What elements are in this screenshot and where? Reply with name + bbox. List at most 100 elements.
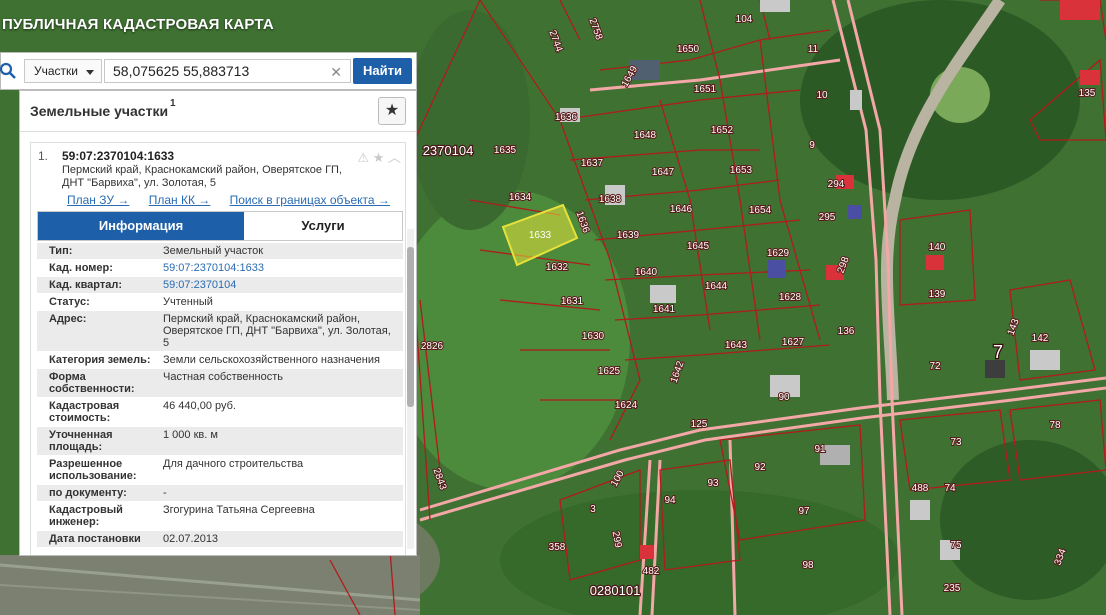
parcel-label[interactable]: 91 (813, 443, 827, 456)
app-title: ПУБЛИЧНАЯ КАДАСТРОВАЯ КАРТА (2, 16, 274, 33)
district-number: 7 (993, 342, 1003, 362)
warning-icon[interactable]: ⚠ (357, 150, 369, 165)
property-value[interactable]: 59:07:2370104:1633 (157, 260, 393, 276)
star-icon[interactable]: ★ (373, 150, 385, 165)
parcel-label[interactable]: 1624 (614, 399, 639, 412)
parcel-label[interactable]: 90 (777, 391, 791, 404)
parcel-label[interactable]: 1643 (724, 339, 749, 352)
property-value: 02.07.2013 (163, 533, 219, 545)
property-key: по документу: (49, 487, 127, 499)
parcel-label[interactable]: 1637 (580, 157, 605, 170)
parcel-label[interactable]: 1645 (686, 240, 711, 253)
parcel-label[interactable]: 1651 (693, 83, 718, 96)
parcel-label[interactable]: 358 (548, 541, 567, 554)
plan-kk-link[interactable]: План КК → (149, 193, 211, 207)
property-row: Статус: Учтенный (37, 294, 403, 311)
parcel-label[interactable]: 1629 (766, 247, 791, 260)
parcel-label[interactable]: 1648 (633, 129, 658, 142)
selected-parcel-label[interactable]: 1633 (529, 230, 552, 241)
parcel-label[interactable]: 2826 (420, 340, 445, 353)
parcel-label[interactable]: 74 (943, 482, 957, 495)
parcel-label[interactable]: 1631 (560, 295, 585, 308)
property-row: Кад. квартал: 59:07:2370104 (37, 277, 403, 294)
chevron-up-icon[interactable]: ︿ (388, 150, 401, 165)
parcel-label[interactable]: 104 (735, 13, 754, 26)
result-links: План ЗУ → План КК → Поиск в границах объ… (67, 193, 406, 207)
tab-services[interactable]: Услуги (244, 212, 402, 240)
parcel-label[interactable]: 1641 (652, 303, 677, 316)
parcel-label[interactable]: 1652 (710, 124, 735, 137)
quarter-label-2: 0280101 (590, 583, 641, 598)
search-in-bounds-link[interactable]: Поиск в границах объекта → (230, 193, 390, 207)
property-key: Разрешенное использование: (49, 458, 137, 482)
property-key: Кад. квартал: (49, 279, 123, 291)
result-title[interactable]: 59:07:2370104:1633 (62, 149, 174, 163)
parcel-label[interactable]: 142 (1031, 332, 1050, 345)
parcel-label[interactable]: 1632 (545, 261, 570, 274)
parcel-label[interactable]: 1654 (748, 204, 773, 217)
parcel-label[interactable]: 10 (815, 89, 829, 102)
find-button[interactable]: Найти (353, 58, 412, 84)
parcel-label[interactable]: 482 (642, 565, 661, 578)
parcel-label[interactable]: 97 (797, 505, 811, 518)
parcel-label[interactable]: 140 (928, 241, 947, 254)
parcel-label[interactable]: 1630 (581, 330, 606, 343)
parcel-label[interactable]: 11 (807, 43, 820, 56)
property-row: Категория земель: Земли сельскохозяйствен… (37, 352, 403, 369)
parcel-label[interactable]: 3 (589, 503, 597, 516)
parcel-label[interactable]: 1646 (669, 203, 694, 216)
parcel-label[interactable]: 92 (753, 461, 767, 474)
search-input[interactable]: 58,075625 55,883713 ✕ (104, 59, 351, 83)
parcel-label[interactable]: 1647 (651, 166, 676, 179)
parcel-label[interactable]: 1634 (508, 191, 533, 204)
parcel-label[interactable]: 1640 (634, 266, 659, 279)
parcel-label[interactable]: 78 (1048, 419, 1062, 432)
parcel-label[interactable]: 1625 (597, 365, 622, 378)
scrollbar-thumb[interactable] (407, 247, 414, 407)
parcel-label[interactable]: 1635 (493, 144, 518, 157)
search-icon[interactable] (0, 62, 17, 80)
quarter-label: 2370104 (423, 143, 474, 158)
parcel-label[interactable]: 294 (827, 178, 846, 191)
parcel-label[interactable]: 135 (1078, 87, 1097, 100)
property-value: Для дачного строительства (163, 458, 304, 470)
parcel-label[interactable]: 1628 (778, 291, 803, 304)
parcel-label[interactable]: 1644 (704, 280, 729, 293)
parcel-label[interactable]: 1636 (554, 111, 579, 124)
property-key: Кадастровый инженер: (49, 504, 123, 528)
parcel-label[interactable]: 235 (943, 582, 962, 595)
parcel-label[interactable]: 1639 (616, 229, 641, 242)
result-address: Пермский край, Краснокамский район, Овер… (62, 164, 342, 189)
property-key: Категория земель: (49, 354, 151, 366)
close-icon[interactable]: ✕ (330, 64, 342, 81)
parcel-label[interactable]: 1638 (598, 193, 623, 206)
parcel-label[interactable]: 488 (911, 482, 930, 495)
parcel-label[interactable]: 73 (949, 436, 963, 449)
parcel-label[interactable]: 98 (801, 559, 815, 572)
parcel-label[interactable]: 1627 (781, 336, 806, 349)
parcel-label[interactable]: 9 (808, 139, 816, 152)
property-value: Згогурина Татьяна Сергеевна (163, 504, 315, 516)
property-value: Частная собственность (163, 371, 284, 383)
property-key: Тип: (49, 245, 73, 257)
plan-zu-link[interactable]: План ЗУ → (67, 193, 129, 207)
tab-information[interactable]: Информация (38, 212, 244, 240)
property-value[interactable]: 59:07:2370104 (157, 277, 393, 293)
parcel-label[interactable]: 136 (837, 325, 856, 338)
parcel-label[interactable]: 295 (818, 211, 837, 224)
parcel-label[interactable]: 75 (949, 539, 963, 552)
parcel-label[interactable]: 1653 (729, 164, 754, 177)
property-key: Кадастровая стоимость: (49, 400, 120, 424)
parcel-label[interactable]: 1650 (676, 43, 701, 56)
parcel-label[interactable]: 72 (928, 360, 942, 373)
property-row: Кадастровая стоимость: 46 440,00 руб. (37, 398, 403, 427)
parcel-label[interactable]: 139 (928, 288, 947, 301)
property-value: Земли сельскохозяйственного назначения (163, 354, 380, 366)
object-type-select[interactable]: Участки (24, 59, 102, 83)
property-value: Земельный участок (163, 245, 264, 257)
parcel-label[interactable]: 93 (706, 477, 720, 490)
parcel-label[interactable]: 125 (690, 418, 709, 431)
favorite-button[interactable]: ★ (378, 97, 406, 125)
parcel-label[interactable]: 94 (663, 494, 677, 507)
search-bar: Участки 58,075625 55,883713 ✕ Найти (0, 52, 417, 90)
